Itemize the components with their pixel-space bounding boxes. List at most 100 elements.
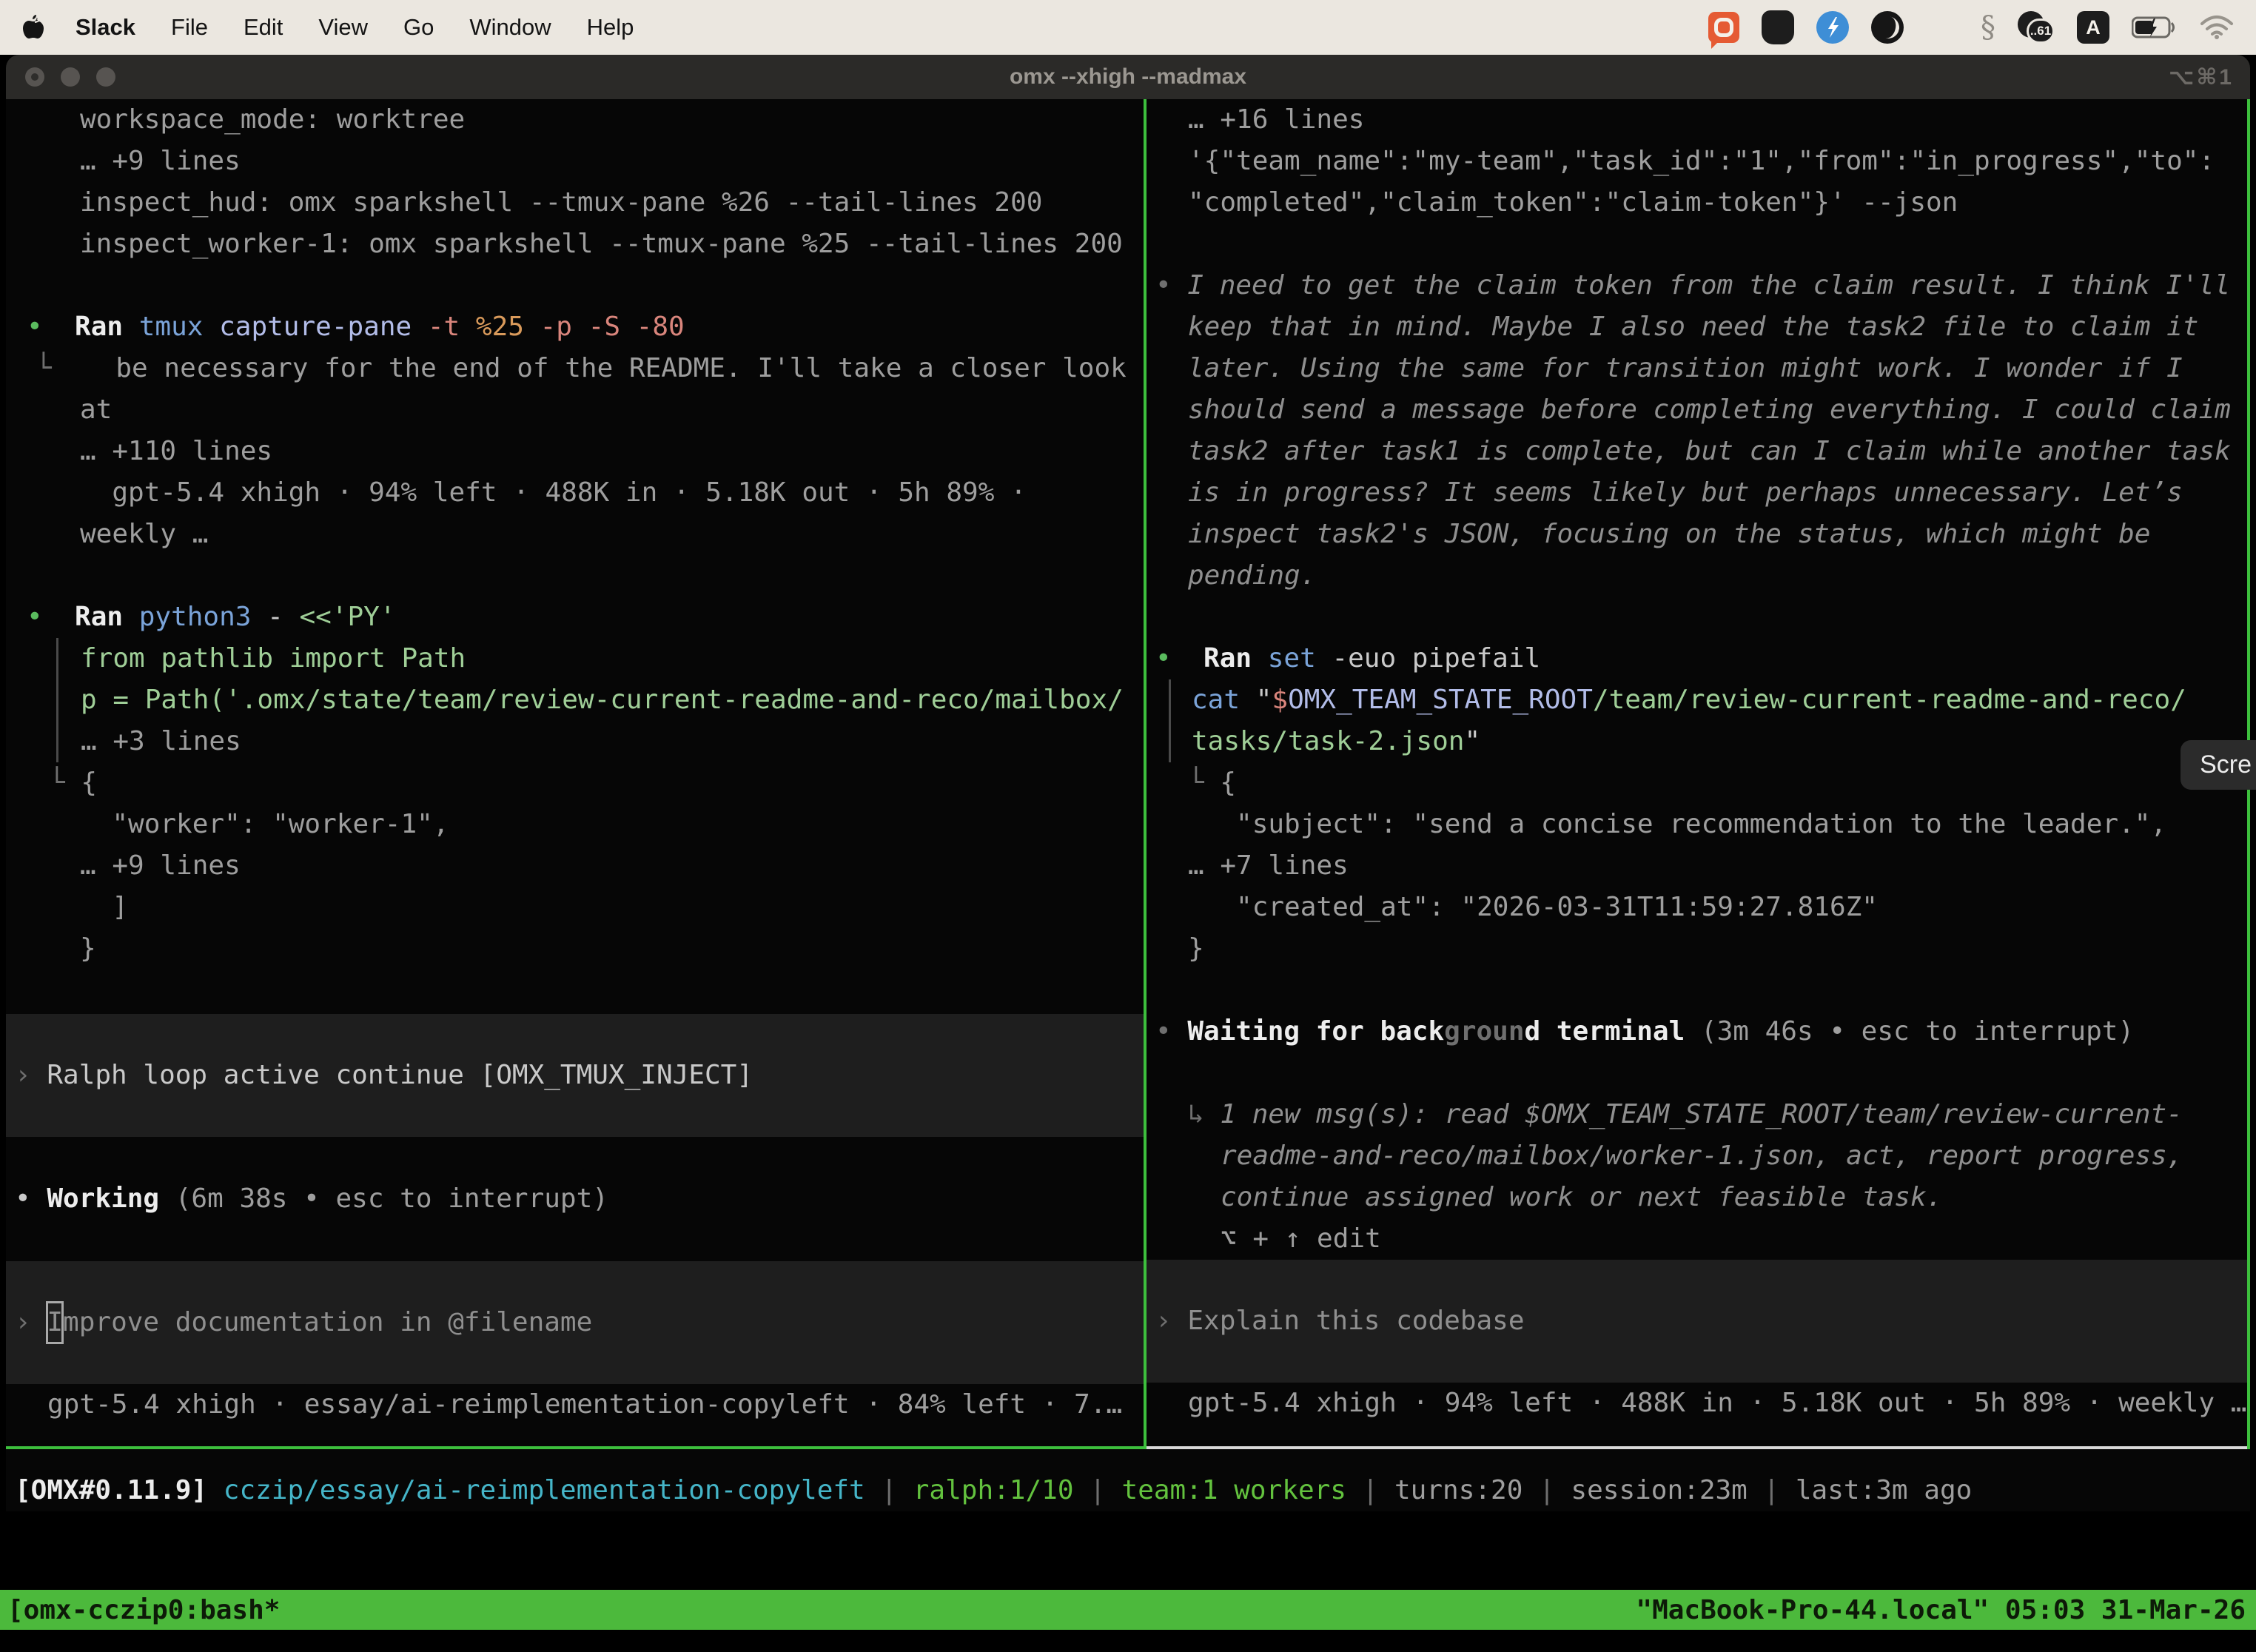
terminal-blank-line [1147,1052,2250,1094]
wifi-icon[interactable] [2200,15,2234,40]
crescent-icon[interactable] [1871,11,1904,44]
chat-badge-icon[interactable] [1708,12,1739,43]
terminal-token: ↳ [1188,1099,1220,1129]
terminal-line: keep that in mind. Maybe I also need the… [1147,306,2250,348]
terminal-token: └ [49,768,81,798]
terminal-token: "subject": "send a concise recommendatio… [1188,809,2166,839]
terminal-token: $ [1272,685,1288,715]
terminal-token: gpt-5.4 xhigh · 94% left · 488K in · 5.1… [80,477,1027,508]
menu-item-slack[interactable]: Slack [58,14,153,41]
menu-item-go[interactable]: Go [386,14,451,41]
terminal-token: { [81,768,97,798]
terminal-token: { [1220,768,1236,798]
terminal-token: OMX_TEAM_STATE_ROOT [1288,685,1593,715]
terminal-line: • I need to get the claim token from the… [1147,265,2250,306]
right-agent-pane[interactable]: … +16 lines'{"team_name":"my-team","task… [1147,99,2250,1449]
terminal-token: Ralph loop active continue [OMX_TMUX_INJ… [47,1055,753,1096]
badge-61-icon[interactable]: ..61 [2018,11,2055,44]
menu-item-window[interactable]: Window [451,14,568,41]
terminal-blank-line [1147,224,2250,265]
menu-item-view[interactable]: View [301,14,386,41]
terminal-line: task2 after task1 is complete, but can I… [1147,431,2250,472]
terminal-line: • Ran tmux capture-pane -t %25 -p -S -80 [6,306,1144,348]
battery-icon[interactable] [2132,16,2178,39]
terminal-token: tmux [139,312,219,342]
terminal-line: • Working (6m 38s • esc to interrupt) [6,1178,1144,1220]
terminal-line: '{"team_name":"my-team","task_id":"1","f… [1147,141,2250,182]
prompt-band[interactable]: › Ralph loop active continue [OMX_TMUX_I… [6,1014,1144,1137]
prompt-band[interactable]: › Improve documentation in @filename [6,1261,1144,1384]
terminal-blank-line [1147,597,2250,638]
terminal-token: gpt-5.4 xhigh · 94% left · 488K in · 5.1… [1188,1388,2246,1418]
terminal-token: I need to get the claim token from the c… [1187,270,2230,300]
dots-grid-icon[interactable] [1926,11,1958,44]
left-agent-pane[interactable]: workspace_mode: worktree… +9 linesinspec… [6,99,1144,1449]
terminal-token: Ran [1203,643,1268,674]
squiggle-icon[interactable]: § [1981,11,1995,44]
terminal-token: ⌥ + ↑ edit [1221,1223,1381,1254]
menu-item-file[interactable]: File [153,14,226,41]
terminal[interactable]: workspace_mode: worktree… +9 linesinspec… [6,99,2250,1511]
terminal-token: ] [80,892,128,922]
keyboard-icon[interactable] [1762,10,1794,44]
prompt-band[interactable]: › Explain this codebase [1147,1260,2250,1383]
terminal-line: └ be necessary for the end of the README… [6,348,1144,389]
terminal-token: '{"team_name":"my-team","task_id":"1","f… [1188,146,2215,176]
terminal-token: tasks/task-2.json [1192,726,1464,756]
terminal-token: … +7 lines [1188,850,1349,881]
terminal-token: -S [588,312,637,342]
terminal-line: ] [6,887,1144,928]
tmux-session-label[interactable]: [omx-cczip0:bash* [7,1595,280,1625]
letter-a-icon[interactable]: A [2077,11,2109,44]
terminal-token: task2 after task1 is complete, but can I… [1188,436,2231,466]
terminal-token: } [1188,933,1204,964]
terminal-line: "worker": "worker-1", [6,804,1144,845]
terminal-line: from pathlib import Path [56,638,1144,679]
terminal-token: " [1464,726,1480,756]
terminal-token: -t [428,312,476,342]
terminal-line: later. Using the same for transition mig… [1147,348,2250,389]
terminal-blank-line [6,1137,1144,1178]
terminal-token: -80 [637,312,685,342]
terminal-token: python3 [139,602,267,632]
terminal-line: p = Path('.omx/state/team/review-current… [56,679,1144,721]
terminal-line: } [1147,928,2250,970]
terminal-line: • Waiting for background terminal (3m 46… [1147,1011,2250,1052]
terminal-token: inspect task2's JSON, focusing on the st… [1188,519,2150,549]
apple-menu-icon[interactable] [22,13,47,42]
window-shortcut-badge: ⌥⌘1 [2169,64,2234,90]
omx-status-segment: | [865,1475,913,1505]
terminal-blank-line [6,970,1144,1014]
terminal-line: gpt-5.4 xhigh · essay/ai-reimplementatio… [6,1384,1144,1426]
terminal-line: • Ran set -euo pipefail [1147,638,2250,679]
terminal-token: › [15,1302,47,1343]
terminal-line: ↳ 1 new msg(s): read $OMX_TEAM_STATE_ROO… [1147,1094,2250,1135]
speedtest-icon[interactable] [1816,11,1849,44]
terminal-token: … +3 lines [81,726,241,756]
menu-item-edit[interactable]: Edit [226,14,301,41]
terminal-token: └ [36,353,115,383]
terminal-line: gpt-5.4 xhigh · 94% left · 488K in · 5.1… [1147,1383,2250,1424]
terminal-line: at [6,389,1144,431]
terminal-token: at [80,394,112,425]
terminal-token: 1 new msg(s): read $OMX_TEAM_STATE_ROOT/… [1220,1099,2182,1129]
terminal-token: Ran [75,312,139,342]
omx-status-segment: [OMX#0.11.9] [15,1475,224,1505]
terminal-token: pending. [1188,560,1316,591]
terminal-blank-line [1147,970,2250,1011]
terminal-blank-line [6,555,1144,597]
omx-status-segment: last:3m ago [1796,1475,1972,1505]
terminal-token: continue assigned work or next feasible … [1221,1182,1942,1212]
terminal-line: cat "$OMX_TEAM_STATE_ROOT/team/review-cu… [1169,679,2250,721]
menu-item-help[interactable]: Help [569,14,652,41]
terminal-token: Explain this codebase [1187,1300,1524,1342]
terminal-blank-line [6,265,1144,306]
omx-status-segment: cczip/essay/ai-reimplementation-copyleft [224,1475,865,1505]
tmux-status-bar: [omx-cczip0:bash* "MacBook-Pro-44.local"… [0,1590,2256,1630]
terminal-line: is in progress? It seems likely but perh… [1147,472,2250,514]
terminal-token: keep that in mind. Maybe I also need the… [1188,312,2198,342]
screen-overlay-tooltip: Scre [2181,740,2256,790]
terminal-line: pending. [1147,555,2250,597]
terminal-line: "created_at": "2026-03-31T11:59:27.816Z" [1147,887,2250,928]
terminal-token: should send a message before completing … [1188,394,2231,425]
